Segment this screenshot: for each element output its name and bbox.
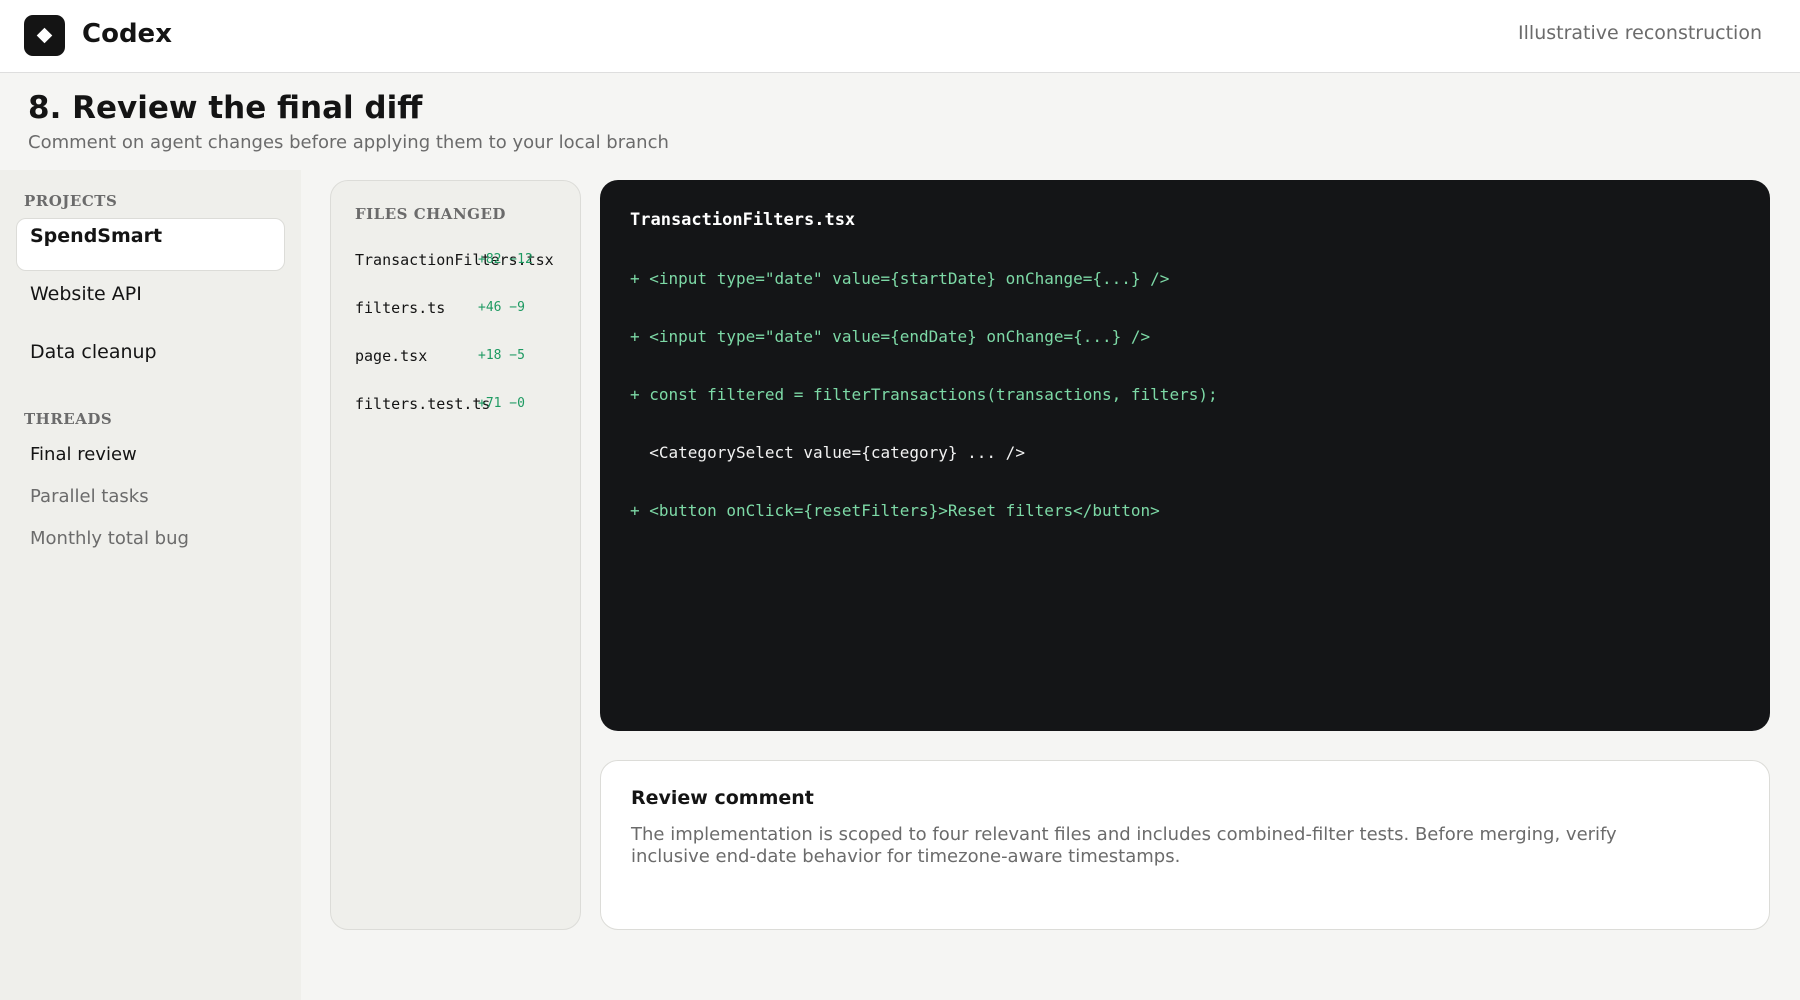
- projects-label: PROJECTS: [24, 192, 118, 210]
- files-changed-panel: FILES CHANGED TransactionFilters.tsx +82…: [330, 180, 581, 930]
- app-name: Codex: [82, 19, 172, 49]
- code-diff-panel: TransactionFilters.tsx + <input type="da…: [600, 180, 1770, 731]
- file-stats: +82 −12: [478, 252, 533, 267]
- file-row[interactable]: TransactionFilters.tsx +82 −12: [355, 251, 565, 275]
- thread-item-final-review[interactable]: Final review: [30, 444, 137, 465]
- project-item-data-cleanup[interactable]: Data cleanup: [16, 334, 285, 387]
- file-row[interactable]: filters.ts +46 −9: [355, 299, 565, 323]
- page-title: 8. Review the final diff: [28, 90, 423, 126]
- diff-line-added: + <input type="date" value={startDate} o…: [630, 269, 1170, 288]
- page-subtitle: Comment on agent changes before applying…: [28, 132, 669, 153]
- files-changed-heading: FILES CHANGED: [355, 205, 506, 223]
- diff-line-added: + const filtered = filterTransactions(tr…: [630, 385, 1218, 404]
- file-name: filters.test.ts: [355, 395, 491, 413]
- file-row[interactable]: filters.test.ts +71 −0: [355, 395, 565, 419]
- file-name: filters.ts: [355, 299, 446, 317]
- file-row[interactable]: page.tsx +18 −5: [355, 347, 565, 371]
- diff-line-context: <CategorySelect value={category} ... />: [630, 443, 1025, 462]
- file-stats: +71 −0: [478, 396, 525, 411]
- project-item-website-api[interactable]: Website API: [16, 276, 285, 329]
- diff-filename: TransactionFilters.tsx: [630, 210, 856, 230]
- top-bar: Codex Illustrative reconstruction: [0, 0, 1800, 73]
- file-name: page.tsx: [355, 347, 428, 365]
- diff-line-added: + <input type="date" value={endDate} onC…: [630, 327, 1151, 346]
- review-comment-card: Review comment The implementation is sco…: [600, 760, 1770, 930]
- diff-line-added: + <button onClick={resetFilters}>Reset f…: [630, 501, 1160, 520]
- diamond-icon: [36, 27, 53, 44]
- file-stats: +18 −5: [478, 348, 525, 363]
- sidebar: PROJECTS SpendSmart Website API Data cle…: [0, 170, 301, 1000]
- thread-item-monthly-total-bug[interactable]: Monthly total bug: [30, 528, 189, 549]
- thread-item-parallel-tasks[interactable]: Parallel tasks: [30, 486, 149, 507]
- review-comment-body: The implementation is scoped to four rel…: [631, 824, 1617, 867]
- project-item-spendsmart[interactable]: SpendSmart: [16, 218, 285, 271]
- file-stats: +46 −9: [478, 300, 525, 315]
- codex-logo[interactable]: [24, 15, 65, 56]
- reconstruction-note: Illustrative reconstruction: [1518, 22, 1762, 44]
- review-comment-title: Review comment: [631, 787, 814, 809]
- threads-label: THREADS: [24, 410, 113, 428]
